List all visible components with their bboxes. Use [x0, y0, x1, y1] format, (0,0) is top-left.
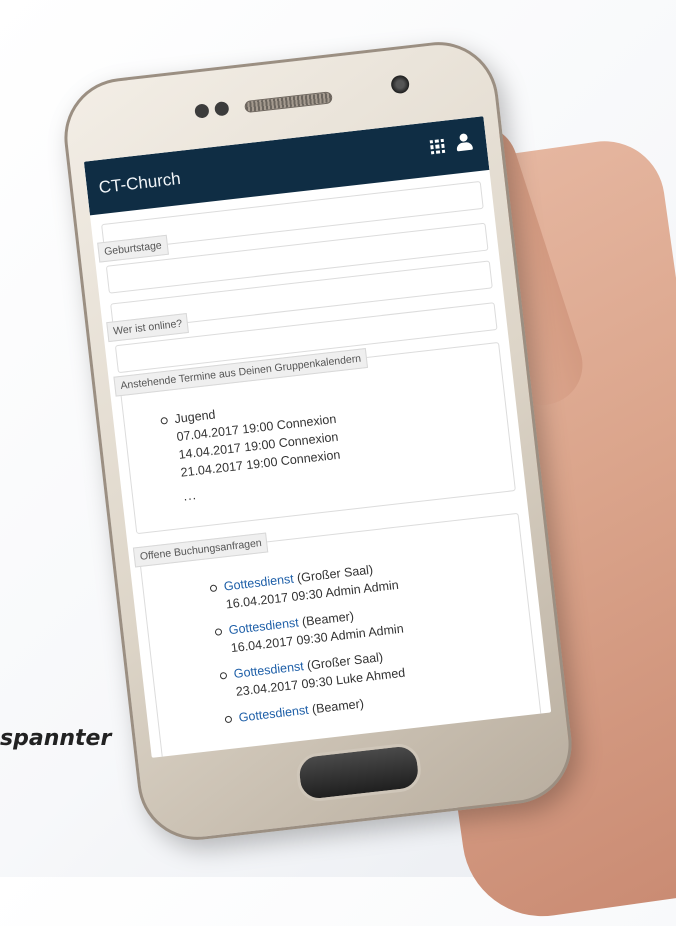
sensor-dots [194, 101, 230, 119]
app-brand[interactable]: CT-Church [98, 169, 182, 198]
sensor-dot [214, 101, 230, 117]
caption-text: spannter [0, 726, 112, 751]
home-button[interactable] [294, 741, 424, 804]
bookings-panel: Offene Buchungsanfragen Gottesdienst (Gr… [132, 512, 547, 758]
calendar-panel: Anstehende Termine aus Deinen Gruppenkal… [113, 341, 516, 535]
phone-screen: CT-Church Geburtstage Wer ist online? An… [83, 116, 552, 758]
list-item: Jugend 07.04.2017 19:00 Connexion 14.04.… [174, 374, 503, 506]
user-icon[interactable] [455, 133, 474, 153]
booking-resource: (Beamer) [311, 696, 365, 717]
booking-link[interactable]: Gottesdienst [238, 703, 309, 725]
phone-device: CT-Church Geburtstage Wer ist online? An… [58, 35, 578, 847]
earpiece-speaker [244, 91, 333, 114]
apps-grid-icon[interactable] [429, 138, 446, 155]
front-camera [390, 74, 411, 95]
dashboard-content: Geburtstage Wer ist online? Anstehende T… [90, 170, 551, 758]
sensor-dot [194, 103, 210, 119]
